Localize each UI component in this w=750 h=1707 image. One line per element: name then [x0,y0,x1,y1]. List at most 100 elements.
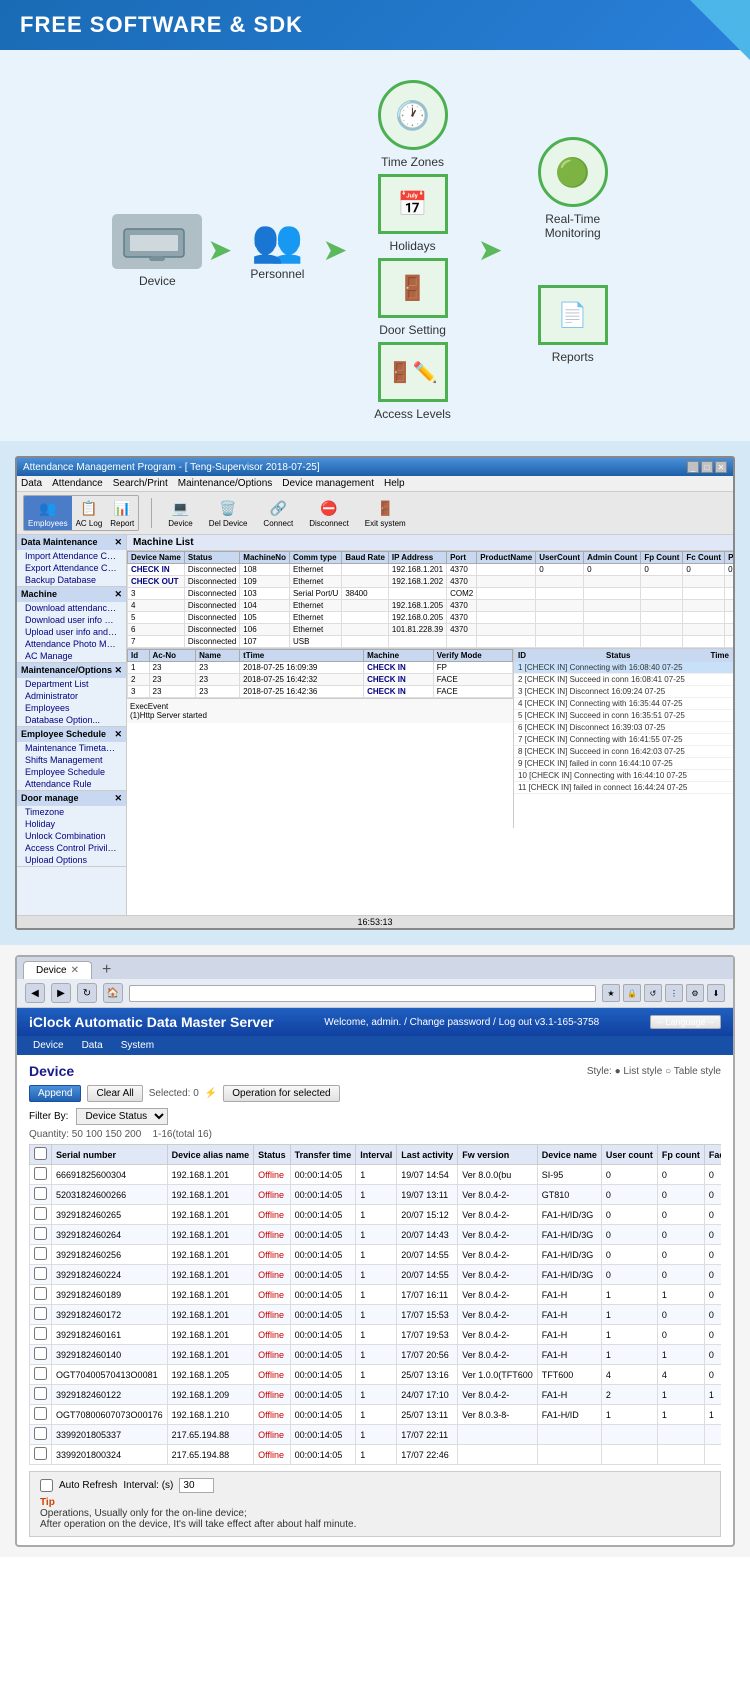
browser-download-btn[interactable]: ⬇ [707,984,725,1002]
filter-select[interactable]: Device Status [76,1108,168,1125]
bottom-left-panel: Id Ac-No Name tTime Machine Verify Mode [127,649,513,828]
sidebar-unlock-comb[interactable]: Unlock Combination [17,830,126,842]
app-screenshot-section: Attendance Management Program - [ Teng-S… [0,441,750,945]
back-btn[interactable]: ◀ [25,983,45,1003]
menu-help[interactable]: Help [384,478,405,489]
select-all-checkbox[interactable] [34,1147,47,1160]
row-checkbox[interactable] [34,1167,47,1180]
web-device-table-wrapper: Serial number Device alias name Status T… [29,1144,721,1465]
append-btn[interactable]: Append [29,1085,81,1102]
sidebar-timetables[interactable]: Maintenance Timetables [17,742,126,754]
sidebar-export-attendance[interactable]: Export Attendance Checking Data [17,562,126,574]
win-close-btn[interactable]: ✕ [715,461,727,473]
browser-lock-btn[interactable]: 🔒 [623,984,641,1002]
menu-data[interactable]: Data [21,478,42,489]
nav-system[interactable]: System [113,1038,162,1053]
connect-icon: 🔗 [268,498,288,518]
table-row: 3 23 23 2018-07-25 16:42:36 CHECK IN FAC… [128,686,513,698]
sidebar-backup-db[interactable]: Backup Database [17,574,126,586]
sidebar-shifts[interactable]: Shifts Management [17,754,126,766]
list-item: 3929182460122192.168.1.209Offline00:00:1… [30,1385,722,1405]
browser-refresh-btn[interactable]: ↺ [644,984,662,1002]
sidebar-db-options[interactable]: Database Option... [17,714,126,726]
log-entry: 2 [CHECK IN] Succeed in conn 16:08:41 07… [514,674,733,686]
row-checkbox[interactable] [34,1427,47,1440]
row-checkbox[interactable] [34,1287,47,1300]
sidebar-download-user[interactable]: Download user info and Fp [17,614,126,626]
row-checkbox[interactable] [34,1407,47,1420]
operation-btn[interactable]: Operation for selected [223,1085,339,1102]
nav-data[interactable]: Data [74,1038,111,1053]
browser-star-btn[interactable]: ★ [602,984,620,1002]
sidebar-ac-manage[interactable]: AC Manage [17,650,126,662]
refresh-btn[interactable]: ↻ [77,983,97,1003]
list-item: 3929182460256192.168.1.201Offline00:00:1… [30,1245,722,1265]
status-time: 16:53:13 [357,917,392,927]
forward-btn[interactable]: ▶ [51,983,71,1003]
sidebar-emp-schedule[interactable]: Employee Schedule [17,766,126,778]
url-bar[interactable]: http://192.168.1.88:8082/iclock/data/Icl… [129,985,596,1002]
nav-device[interactable]: Device [25,1038,72,1053]
row-checkbox[interactable] [34,1187,47,1200]
sidebar-administrator[interactable]: Administrator [17,690,126,702]
device-actions: Append Clear All Selected: 0 ⚡ Operation… [29,1085,721,1102]
row-checkbox[interactable] [34,1267,47,1280]
menu-maintenance[interactable]: Maintenance/Options [178,478,273,489]
auto-refresh-checkbox[interactable] [40,1479,53,1492]
sidebar-employees[interactable]: Employees [17,702,126,714]
sidebar-access-ctrl[interactable]: Access Control Privilege [17,842,126,854]
menu-device-mgmt[interactable]: Device management [282,478,374,489]
tab-report[interactable]: 📊 Report [106,496,138,530]
browser-tab-close-btn[interactable]: ✕ [71,965,79,976]
tab-employees[interactable]: 👥 Employees [24,496,72,530]
new-tab-btn[interactable]: + [98,961,115,979]
center-flow-col: 🕐 Time Zones 📅 Holidays 🚪 Door Setting 🚪… [373,80,453,421]
sidebar-download-logs[interactable]: Download attendance logs [17,602,126,614]
connect-btn[interactable]: 🔗 Connect [259,496,297,530]
exit-icon: 🚪 [375,498,395,518]
interval-input[interactable] [179,1478,214,1493]
sidebar-holiday[interactable]: Holiday [17,818,126,830]
sidebar-timezone[interactable]: Timezone [17,806,126,818]
menu-search-print[interactable]: Search/Print [113,478,168,489]
row-checkbox[interactable] [34,1247,47,1260]
row-checkbox[interactable] [34,1307,47,1320]
sidebar-photo-mgmt[interactable]: Attendance Photo Management [17,638,126,650]
browser-menu-btn[interactable]: ⋮ [665,984,683,1002]
auto-refresh-row: Auto Refresh Interval: (s) [40,1478,710,1493]
log-entry: 9 [CHECK IN] failed in conn 16:44:10 07-… [514,758,733,770]
row-checkbox[interactable] [34,1347,47,1360]
language-btn[interactable]: -- Language -- [650,1015,721,1029]
clear-all-btn[interactable]: Clear All [87,1085,142,1102]
win-maximize-btn[interactable]: □ [701,461,713,473]
sidebar-import-attendance[interactable]: Import Attendance Checking Data [17,550,126,562]
list-item: 3929182460265192.168.1.201Offline00:00:1… [30,1205,722,1225]
row-checkbox[interactable] [34,1447,47,1460]
row-checkbox[interactable] [34,1367,47,1380]
menu-attendance[interactable]: Attendance [52,478,103,489]
row-checkbox[interactable] [34,1227,47,1240]
quantity-label: Quantity: 50 100 150 200 [29,1129,141,1140]
row-checkbox[interactable] [34,1207,47,1220]
sidebar-attendance-rule[interactable]: Attendance Rule [17,778,126,790]
personnel-item: 👥 Personnel [237,220,317,281]
disconnect-btn[interactable]: ⛔ Disconnect [305,496,353,530]
tab-ac-log-label: AC Log [76,519,103,528]
sidebar-dept-list[interactable]: Department List [17,678,126,690]
exit-btn[interactable]: 🚪 Exit system [361,496,410,530]
bottom-info: Auto Refresh Interval: (s) Tip Operation… [29,1471,721,1537]
row-checkbox[interactable] [34,1387,47,1400]
device-btn[interactable]: 💻 Device [164,496,196,530]
browser-tab-device[interactable]: Device ✕ [23,961,92,979]
browser-settings-btn[interactable]: ⚙ [686,984,704,1002]
wcol-serial: Serial number [52,1145,168,1165]
sidebar-upload-user[interactable]: Upload user info and FP [17,626,126,638]
real-time-icon: 🟢 [538,137,608,207]
tab-ac-log[interactable]: 📋 AC Log [72,496,107,530]
sidebar-upload-options[interactable]: Upload Options [17,854,126,866]
row-checkbox[interactable] [34,1327,47,1340]
home-btn[interactable]: 🏠 [103,983,123,1003]
del-device-btn[interactable]: 🗑️ Del Device [205,496,252,530]
win-minimize-btn[interactable]: _ [687,461,699,473]
header-banner: FREE SOFTWARE & SDK [0,0,750,50]
